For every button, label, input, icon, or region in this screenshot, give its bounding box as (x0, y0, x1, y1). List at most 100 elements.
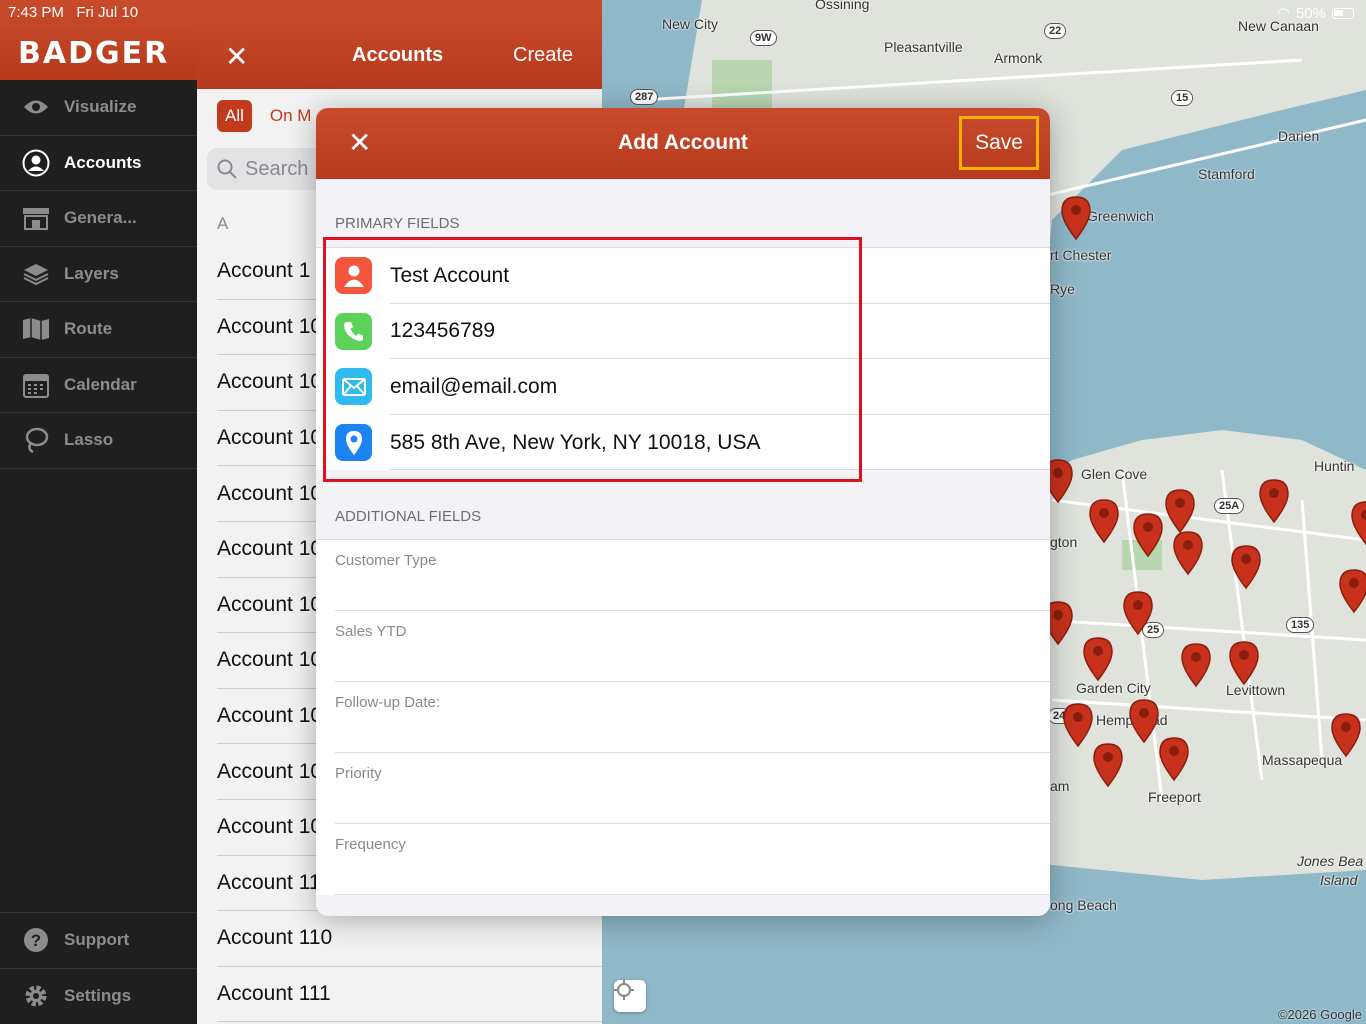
crosshair-icon (614, 980, 634, 1000)
customer-type-field[interactable]: Customer Type (316, 540, 1050, 611)
sidebar-item-label: Visualize (64, 97, 137, 117)
account-map-pin[interactable] (1060, 195, 1092, 241)
highway-shield: 287 (630, 89, 659, 105)
account-list-item[interactable]: Account 110 (217, 911, 602, 967)
map-label: Pleasantville (884, 39, 963, 55)
account-list-item[interactable]: Account 111 (217, 967, 602, 1023)
map-label: New City (662, 16, 719, 32)
sidebar-item-label: Lasso (64, 430, 114, 450)
status-bar-right: ◠ 50% (1277, 4, 1354, 22)
account-map-pin[interactable] (1228, 640, 1260, 686)
follow-up-date-field[interactable]: Follow-up Date: (316, 682, 1050, 753)
filter-all-tab[interactable]: All (217, 100, 252, 132)
svg-text:?: ? (31, 931, 41, 950)
phone-value: 123456789 (390, 319, 496, 343)
sales-ytd-field[interactable]: Sales YTD (316, 611, 1050, 682)
create-button[interactable]: Create (513, 44, 573, 67)
sidebar-item-layers[interactable]: Layers (0, 247, 197, 302)
account-map-pin[interactable] (1122, 590, 1154, 636)
sidebar-item-label: Route (64, 319, 113, 339)
sidebar-item-lasso[interactable]: Lasso (0, 413, 197, 469)
frequency-field[interactable]: Frequency (316, 824, 1050, 895)
save-button[interactable]: Save (959, 116, 1039, 170)
search-icon (217, 159, 237, 179)
field-label: Sales YTD (335, 623, 407, 640)
phone-icon (335, 312, 372, 350)
map-label: Armonk (994, 50, 1043, 66)
primary-fields-label: PRIMARY FIELDS (335, 215, 460, 232)
account-map-pin[interactable] (1350, 500, 1366, 546)
account-map-pin[interactable] (1082, 636, 1114, 682)
map-label: Darien (1278, 128, 1320, 144)
accounts-header: ✕ Accounts Create (197, 0, 602, 89)
map-label: Rye (1050, 281, 1075, 297)
field-label: Customer Type (335, 552, 437, 569)
recenter-location-button[interactable] (614, 980, 646, 1012)
sidebar-bottom: ? Support Settings (0, 912, 197, 1024)
location-pin-icon (335, 424, 372, 462)
wifi-icon: ◠ (1276, 5, 1290, 22)
sidebar-item-calendar[interactable]: Calendar (0, 358, 197, 413)
account-map-pin[interactable] (1092, 742, 1124, 788)
eye-icon (22, 93, 50, 121)
account-map-pin[interactable] (1338, 568, 1366, 614)
account-map-pin[interactable] (1180, 642, 1212, 688)
sidebar-item-label: Calendar (64, 374, 137, 394)
sidebar-item-accounts[interactable]: Accounts (0, 136, 197, 191)
map-icon (22, 315, 50, 343)
map-label: Island (1320, 872, 1358, 888)
map-label: Garden City (1076, 680, 1151, 696)
map-label: Ossining (815, 0, 870, 12)
priority-field[interactable]: Priority (316, 753, 1050, 824)
map-label: ong Beach (1050, 897, 1117, 913)
map-label: Jones Bea (1297, 853, 1364, 869)
account-map-pin[interactable] (1258, 478, 1290, 524)
sidebar-item-route[interactable]: Route (0, 302, 197, 358)
phone-field[interactable]: 123456789 (316, 304, 1050, 360)
account-map-pin[interactable] (1128, 698, 1160, 744)
person-icon (335, 257, 372, 295)
status-date: Fri Jul 10 (76, 4, 139, 21)
account-map-pin[interactable] (1132, 512, 1164, 558)
modal-title: Add Account (618, 131, 748, 154)
lasso-icon (22, 426, 50, 454)
sidebar-item-label: Accounts (64, 152, 142, 172)
calendar-icon (22, 371, 50, 399)
field-label: Priority (335, 765, 382, 782)
field-label: Follow-up Date: (335, 694, 441, 711)
highway-shield: 25A (1214, 498, 1245, 514)
account-map-pin[interactable] (1062, 702, 1094, 748)
additional-fields-group: Customer Type Sales YTD Follow-up Date: … (316, 539, 1050, 895)
account-map-pin[interactable] (1158, 736, 1190, 782)
email-field[interactable]: email@email.com (316, 359, 1050, 415)
name-field[interactable]: Test Account (316, 248, 1050, 304)
search-placeholder: Search (245, 157, 309, 180)
sidebar-item-support[interactable]: ? Support (0, 913, 197, 969)
map-label: Glen Cove (1081, 466, 1148, 482)
name-value: Test Account (390, 263, 510, 287)
person-circle-icon (22, 149, 50, 177)
filter-on-map-tab[interactable]: On M (260, 106, 312, 126)
battery-icon (1332, 7, 1354, 19)
address-value: 585 8th Ave, New York, NY 10018, USA (390, 430, 761, 454)
account-map-pin[interactable] (1330, 712, 1362, 758)
envelope-icon (335, 368, 372, 406)
sidebar-item-label: Genera... (64, 208, 137, 228)
map-label: Huntin (1314, 458, 1355, 474)
add-account-modal: ✕ Add Account Save PRIMARY FIELDS Test A… (316, 108, 1050, 916)
account-map-pin[interactable] (1172, 530, 1204, 576)
highway-shield: 15 (1171, 90, 1194, 106)
account-map-pin[interactable] (1088, 498, 1120, 544)
sidebar-item-visualize[interactable]: Visualize (0, 80, 197, 136)
close-icon[interactable]: ✕ (225, 40, 248, 73)
address-field[interactable]: 585 8th Ave, New York, NY 10018, USA (316, 415, 1050, 471)
sidebar: 7:43 PM Fri Jul 10 BADGER Visualize Acco… (0, 0, 197, 1024)
layers-icon (22, 260, 50, 288)
account-map-pin[interactable] (1164, 488, 1196, 534)
sidebar-item-general[interactable]: Genera... (0, 191, 197, 247)
sidebar-item-label: Layers (64, 263, 119, 283)
sidebar-item-settings[interactable]: Settings (0, 969, 197, 1024)
account-map-pin[interactable] (1230, 544, 1262, 590)
section-header: A (217, 214, 229, 233)
gear-icon (22, 982, 50, 1010)
